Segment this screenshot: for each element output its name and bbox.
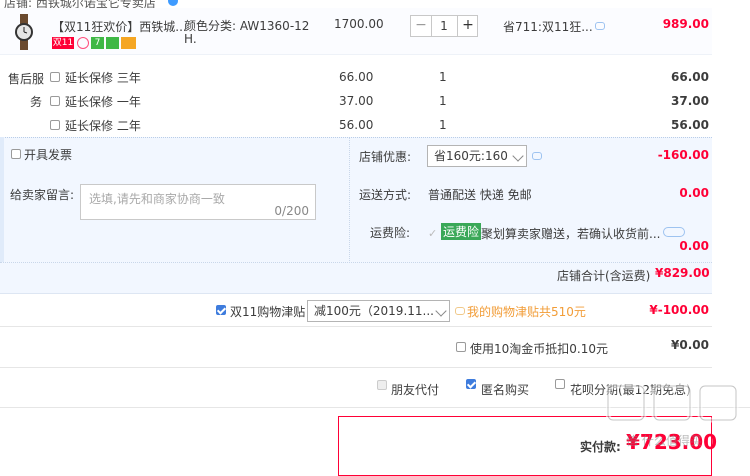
message-placeholder: 选填,请先和商家协商一致 (89, 192, 225, 206)
panel-divider-bottom (0, 262, 712, 263)
item-unit-price: 1700.00 (334, 17, 384, 31)
shop-discount-select[interactable]: 省160元:160 (427, 145, 527, 167)
anonymous-label: 匿名购买 (481, 383, 530, 397)
chat-icon[interactable] (168, 0, 178, 6)
message-char-counter: 0/200 (274, 204, 309, 218)
shop-total-amount: ¥829.00 (655, 266, 710, 280)
shop-discount-value: 省160元:160 (434, 149, 508, 163)
item-title[interactable]: 【双11狂欢价】西铁城... (52, 18, 187, 35)
shipping-label: 运送方式: (359, 188, 412, 202)
item-discount: 省711:双11狂... (503, 20, 593, 34)
service-label-cont: 务 (30, 95, 43, 109)
insurance-label: 运费险: (370, 226, 411, 240)
shipping-amount: 0.00 (679, 186, 709, 200)
service-option-label: 延长保修 二年 (65, 119, 141, 133)
service-total: 66.00 (671, 70, 709, 84)
allowance-label: 双11购物津贴 (230, 305, 306, 319)
check-icon: ✓ (428, 227, 438, 240)
increase-button[interactable]: + (457, 16, 478, 36)
service-checkbox[interactable] (50, 120, 60, 130)
seven-day-return-badge: 7 (91, 37, 104, 49)
allowance-value: 减100元（2019.11... (314, 304, 434, 318)
coins-amount: ¥0.00 (671, 338, 709, 352)
divider (0, 367, 712, 368)
panel-divider (349, 138, 350, 263)
watch-icon (15, 14, 33, 50)
shop-discount-amount: -160.00 (657, 148, 709, 162)
service-option-label: 延长保修 一年 (65, 95, 141, 109)
sku-spec-cont: H. (184, 32, 197, 46)
service-qty: 1 (439, 118, 447, 132)
panel-edge (0, 137, 4, 262)
allowance-checkbox[interactable] (216, 305, 226, 315)
item-total: 989.00 (662, 17, 709, 31)
allowance-select[interactable]: 减100元（2019.11... (307, 300, 450, 322)
guarantee-badge-icon (106, 37, 119, 49)
service-label: 售后服 (8, 72, 45, 86)
service-qty: 1 (439, 70, 447, 84)
double11-badge: 双11 (52, 37, 74, 49)
coins-checkbox[interactable] (456, 342, 466, 352)
friend-pay-label: 朋友代付 (391, 383, 440, 397)
invoice-checkbox[interactable] (11, 149, 21, 159)
allowance-note: 我的购物津贴共510元 (467, 305, 586, 319)
friend-pay-checkbox[interactable] (377, 380, 387, 390)
huabei-checkbox[interactable] (555, 379, 565, 389)
divider (0, 326, 712, 327)
shop-header: 店铺: 西铁城尔诺宝它专卖店 (0, 0, 750, 10)
watermark-logo: 值 什么值得买 (605, 383, 746, 456)
insurance-info-icon[interactable] (663, 227, 685, 237)
insurance-tag: 运费险 (441, 223, 482, 240)
product-thumbnail[interactable] (6, 14, 42, 50)
clock-badge-icon (77, 37, 89, 49)
service-price: 66.00 (339, 70, 374, 84)
service-price: 56.00 (339, 118, 374, 132)
service-total: 56.00 (671, 118, 709, 132)
service-total: 37.00 (671, 94, 709, 108)
quantity-input[interactable]: 1 (432, 16, 456, 36)
anonymous-checkbox[interactable] (466, 379, 476, 389)
discount-info-icon[interactable] (532, 152, 542, 160)
service-price: 37.00 (339, 94, 374, 108)
chevron-down-icon (512, 150, 524, 162)
service-checkbox[interactable] (50, 96, 60, 106)
service-qty: 1 (439, 94, 447, 108)
service-checkbox[interactable] (50, 72, 60, 82)
chevron-down-icon (435, 305, 447, 317)
card-badge-icon (121, 37, 136, 49)
message-textarea[interactable]: 选填,请先和商家协商一致 0/200 (80, 184, 316, 220)
insurance-amount: 0.00 (679, 239, 709, 253)
discount-info-icon[interactable] (595, 22, 605, 30)
quantity-stepper[interactable]: − 1 + (410, 15, 478, 37)
shop-discount-label: 店铺优惠: (359, 150, 412, 164)
allowance-amount: ¥-100.00 (649, 303, 709, 317)
watermark-icon (605, 383, 739, 423)
shipping-method: 普通配送 快递 免邮 (428, 188, 532, 202)
watermark-text: 值 什么值得买 (626, 434, 702, 448)
decrease-button[interactable]: − (411, 16, 432, 36)
shop-total-label: 店铺合计(含运费) (557, 269, 651, 283)
sku-spec: 颜色分类: AW1360-12 (184, 19, 310, 33)
allowance-info-icon[interactable] (455, 307, 465, 315)
coins-label: 使用10淘金币抵扣0.10元 (470, 342, 608, 356)
service-option-label: 延长保修 三年 (65, 71, 141, 85)
message-label: 给卖家留言: (10, 188, 75, 202)
invoice-label: 开具发票 (24, 148, 73, 162)
